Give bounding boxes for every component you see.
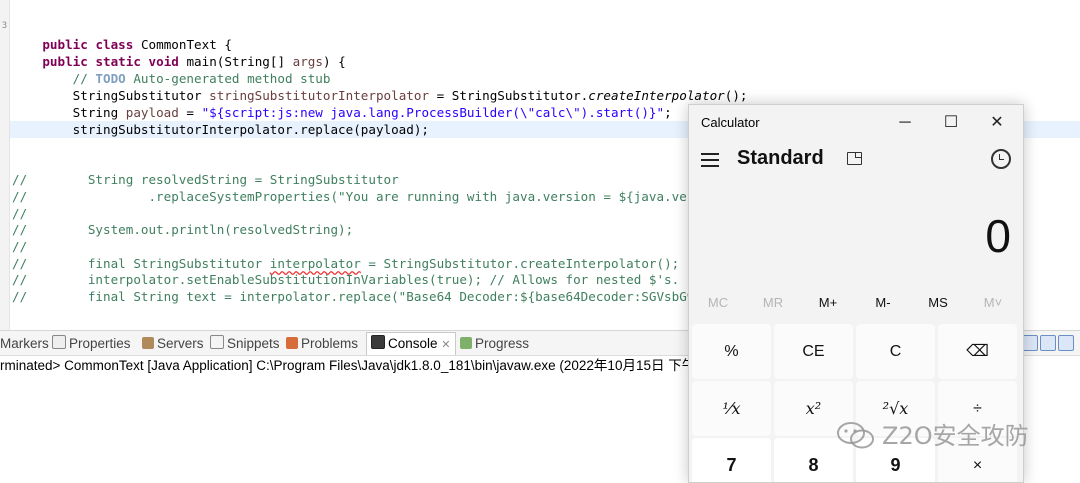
commented-line[interactable]: // .replaceSystemProperties("You are run… xyxy=(12,188,702,205)
editor-gutter: 3 xyxy=(0,0,10,330)
code-line-class-decl[interactable]: public class CommonText { xyxy=(12,19,232,52)
var-payload: payload xyxy=(125,105,179,120)
open-console-icon[interactable] xyxy=(1040,335,1056,351)
commented-line[interactable]: // xyxy=(12,238,27,255)
snippets-icon xyxy=(210,335,224,349)
keyword-void: void xyxy=(148,54,179,69)
commented-line-interpolator[interactable]: // final StringSubstitutor interpolator … xyxy=(12,255,679,272)
reciprocal-label: ⅟x xyxy=(722,399,741,418)
reciprocal-key[interactable]: ⅟x xyxy=(692,381,771,436)
minimize-button[interactable]: ─ xyxy=(885,109,925,137)
commented-line[interactable]: // final String text = interpolator.repl… xyxy=(12,288,694,305)
memory-subtract-button[interactable]: M- xyxy=(856,295,910,310)
method-createInterpolator: createInterpolator xyxy=(588,88,725,103)
method-signature: main(String[] xyxy=(186,54,293,69)
todo-tag: TODO xyxy=(95,71,126,86)
close-button[interactable]: ✕ xyxy=(977,109,1017,137)
keyword-public: public xyxy=(42,54,88,69)
keep-on-top-icon[interactable] xyxy=(847,152,862,165)
menu-icon[interactable] xyxy=(701,153,719,167)
param-args: args xyxy=(292,54,323,69)
keyword-class: class xyxy=(95,37,134,52)
memory-recall-button[interactable]: MR xyxy=(746,295,800,310)
code-line-interpolator[interactable]: StringSubstitutor stringSubstitutorInter… xyxy=(12,87,748,104)
backspace-key[interactable]: ⌫ xyxy=(938,324,1017,379)
watermark-text: Z2O安全攻防 xyxy=(882,422,1029,450)
watermark: Z2O安全攻防 xyxy=(836,416,1056,452)
maximize-button[interactable]: ☐ xyxy=(931,109,971,137)
wechat-logo-icon xyxy=(837,422,874,449)
memory-list-button[interactable]: M˅ xyxy=(966,295,1020,310)
line-number: 3 xyxy=(1,21,8,31)
code-line-todo[interactable]: // TODO Auto-generated method stub xyxy=(12,70,331,87)
close-icon[interactable]: ✕ xyxy=(441,339,450,351)
tab-console-label: Console xyxy=(388,336,438,351)
clear-entry-key[interactable]: CE xyxy=(774,324,853,379)
var-interpolator: stringSubstitutorInterpolator xyxy=(209,88,430,103)
result-display: 0 xyxy=(985,210,1011,262)
calculator-mode: Standard xyxy=(737,147,824,169)
console-process-label: rminated> CommonText [Java Application] … xyxy=(0,358,696,373)
commented-line[interactable]: // interpolator.setEnableSubstitutionInV… xyxy=(12,271,679,288)
brace: ) { xyxy=(322,54,346,69)
squiggle-interpolator: interpolator xyxy=(269,256,361,271)
tab-markers-label: Markers xyxy=(0,336,49,351)
tab-snippets[interactable]: Snippets xyxy=(210,335,280,353)
code-line-main[interactable]: public static void main(String[] args) { xyxy=(12,53,346,70)
tab-properties[interactable]: Properties xyxy=(52,335,131,353)
tab-snippets-label: Snippets xyxy=(227,336,280,351)
tab-progress[interactable]: Progress xyxy=(460,335,529,353)
memory-store-button[interactable]: MS xyxy=(911,295,965,310)
code-line-payload[interactable]: String payload = "${script:js:new java.l… xyxy=(12,104,672,121)
memory-clear-button[interactable]: MC xyxy=(691,295,745,310)
memory-add-button[interactable]: M+ xyxy=(801,295,855,310)
square-label: x² xyxy=(805,399,822,418)
history-icon[interactable] xyxy=(991,149,1011,169)
window-title: Calculator xyxy=(701,115,760,130)
servers-icon xyxy=(142,337,154,349)
display-selected-console-icon[interactable] xyxy=(1022,335,1038,351)
clear-key[interactable]: C xyxy=(856,324,935,379)
percent-key[interactable]: % xyxy=(692,324,771,379)
commented-line[interactable]: // String resolvedString = StringSubstit… xyxy=(12,171,399,188)
console-menu-icon[interactable] xyxy=(1058,335,1074,351)
payload-string: "${script:js:new java.lang.ProcessBuilde… xyxy=(201,105,665,120)
keyword-public: public xyxy=(42,37,88,52)
commented-line[interactable]: // System.out.println(resolvedString); xyxy=(12,221,353,238)
commented-line[interactable]: // xyxy=(12,205,27,222)
tab-properties-label: Properties xyxy=(69,336,131,351)
tab-progress-label: Progress xyxy=(475,336,530,351)
tab-markers[interactable]: Markers xyxy=(0,335,49,353)
tab-servers[interactable]: Servers xyxy=(142,335,204,353)
keyword-static: static xyxy=(95,54,141,69)
problems-icon xyxy=(286,337,298,349)
properties-icon xyxy=(52,335,66,349)
tab-servers-label: Servers xyxy=(157,336,204,351)
tab-problems-label: Problems xyxy=(301,336,359,351)
class-name: CommonText { xyxy=(140,37,232,52)
tab-problems[interactable]: Problems xyxy=(286,335,358,353)
progress-icon xyxy=(460,337,472,349)
digit-7-key[interactable]: 7 xyxy=(692,438,771,482)
console-icon xyxy=(371,335,385,349)
tab-console[interactable]: Console ✕ xyxy=(366,332,456,355)
